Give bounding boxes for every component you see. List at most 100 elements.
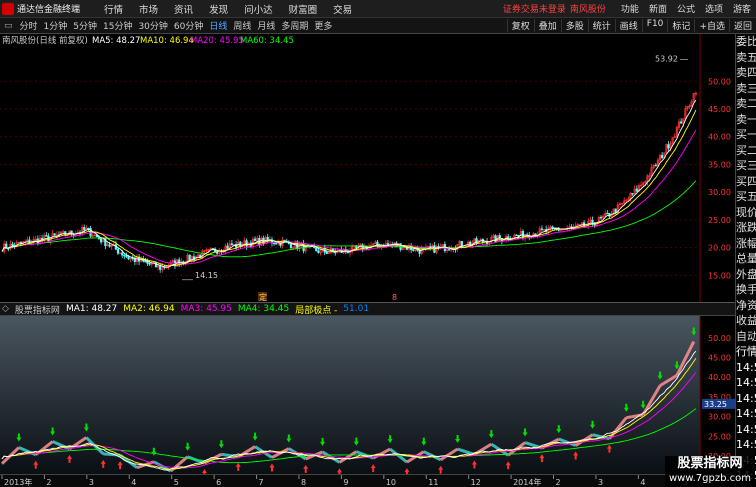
tool-button-3[interactable]: 统计 [587, 19, 615, 32]
period-tab-2[interactable]: 5分钟 [70, 19, 100, 32]
indicator-chart[interactable]: 50.0045.0040.0035.0030.0025.0020.0033.25 [0, 316, 735, 474]
menu-item-3[interactable]: 发现 [201, 2, 236, 16]
side-item-26: 14:56 [736, 438, 756, 451]
candle-body [116, 248, 120, 254]
main-legend-4: MA60: 34.45 [240, 36, 294, 46]
tool-button-2[interactable]: 多股 [560, 19, 588, 32]
chart-tools: 复权 叠加 多股 统计 画线 F10 标记 +自选 返回 [506, 19, 756, 32]
candle-body [654, 164, 657, 167]
tool-button-4[interactable]: 画线 [614, 19, 642, 32]
period-tab-4[interactable]: 30分钟 [135, 19, 170, 32]
title-right-item-2[interactable]: 公式 [672, 2, 700, 15]
date-label: 7 [259, 478, 264, 487]
current-stock[interactable]: 南风股份 [570, 2, 606, 15]
candle-body [144, 260, 147, 263]
period-tab-9[interactable]: 多周期 [278, 19, 311, 32]
side-item-17: 净资 [736, 298, 756, 312]
candle-body [386, 243, 390, 245]
title-right-item-0[interactable]: 功能 [616, 2, 644, 15]
side-item-14: 总量 [736, 252, 756, 265]
main-axis-label: 20.00 [708, 244, 731, 253]
main-axis-label: 45.00 [708, 105, 731, 114]
tool-button-8[interactable]: 返回 [728, 19, 756, 32]
side-item-5: 卖一 [736, 112, 756, 126]
candle-body [216, 251, 219, 254]
side-item-19: 自动 [736, 329, 756, 343]
candle-body [667, 144, 670, 149]
candle-body [606, 212, 609, 215]
candlestick-chart[interactable]: 南风股份(日线 前复权) MA5: 48.27 MA10: 46.94MA20: 4… [0, 34, 735, 302]
menu-item-1[interactable]: 市场 [131, 2, 166, 16]
date-label: 2 [556, 478, 561, 487]
toolbar-toggle-icon[interactable]: ▭ [0, 21, 17, 31]
menu-item-6[interactable]: 交易 [325, 2, 360, 16]
menu-item-0[interactable]: 行情 [96, 2, 131, 16]
period-tab-8[interactable]: 月线 [254, 19, 278, 32]
candle-body [121, 252, 124, 256]
candle-body [315, 247, 318, 252]
side-item-3: 卖三 [736, 81, 756, 95]
side-item-20: 行情 [736, 345, 756, 358]
candle-body [19, 241, 23, 244]
candle-body [631, 193, 634, 195]
side-item-0: 委比 [736, 35, 756, 48]
menu-item-5[interactable]: 财富圈 [281, 2, 326, 16]
period-tab-1[interactable]: 1分钟 [41, 19, 71, 32]
legend-ma3: MA3: 45.95 [180, 304, 232, 314]
indicator-icon: ◇ [2, 304, 9, 314]
tool-button-0[interactable]: 复权 [506, 19, 534, 32]
main-legend-3: MA20: 45.95 [190, 36, 244, 46]
menu-item-4[interactable]: 问小达 [236, 2, 281, 16]
high-price-label: 53.92 [655, 54, 678, 63]
app-logo-icon [2, 2, 14, 15]
title-right-item-3[interactable]: 选项 [700, 2, 728, 15]
tool-button-1[interactable]: 叠加 [533, 19, 561, 32]
low-price-label: 14.15 [195, 271, 218, 280]
indicator-title[interactable]: 股票指标网 [15, 303, 60, 316]
candle-body [83, 227, 86, 231]
sub-axis-label: 50.00 [708, 334, 731, 343]
side-item-7: 买二 [736, 143, 756, 157]
date-label: 6 [216, 478, 221, 487]
period-tab-3[interactable]: 15分钟 [100, 19, 135, 32]
main-legend-1: MA5: 48.27 [92, 36, 140, 46]
legend-ma2: MA2: 46.94 [123, 304, 175, 314]
date-label: 11 [428, 478, 438, 487]
side-item-12: 涨跌 [736, 221, 756, 234]
date-label: 2014年 [513, 477, 541, 487]
candle-body [45, 235, 48, 237]
title-right-item-1[interactable]: 新面 [644, 2, 672, 15]
candle-body [253, 238, 257, 242]
period-tab-5[interactable]: 60分钟 [171, 19, 206, 32]
side-item-6: 买一 [736, 128, 756, 141]
tool-button-5[interactable]: F10 [641, 19, 668, 32]
tool-button-6[interactable]: 标记 [667, 19, 694, 32]
side-item-13: 涨幅 [736, 236, 756, 250]
candle-body [100, 238, 103, 243]
period-tab-6[interactable]: 日线 [206, 19, 230, 32]
candle-body [551, 226, 554, 229]
title-right-item-4[interactable]: 游客 [728, 2, 756, 15]
candle-body [289, 243, 293, 248]
login-notice[interactable]: 证券交易未登录 [503, 2, 566, 15]
candle-body [469, 241, 472, 246]
period-tab-10[interactable]: 更多 [311, 19, 335, 32]
candle-body [127, 256, 130, 260]
side-item-1: 卖五 [736, 50, 756, 64]
side-item-23: 14:56 [736, 391, 756, 405]
tool-button-7[interactable]: +自选 [694, 19, 729, 32]
side-item-2: 卖四 [736, 66, 756, 79]
candle-body [515, 234, 518, 237]
period-tab-7[interactable]: 周线 [230, 19, 254, 32]
date-label: 4 [131, 478, 136, 487]
side-item-10: 买五 [736, 190, 756, 203]
date-axis: 2013年234567891011122014年2345 [0, 474, 735, 487]
indicator-legend-bar: ◇ 股票指标网 MA1: 48.27 MA2: 46.94 MA3: 45.95… [0, 302, 735, 316]
period-tab-0[interactable]: 分时 [17, 19, 41, 32]
menu-item-2[interactable]: 资讯 [166, 2, 201, 16]
candle-body [266, 237, 269, 241]
event-marker-1[interactable]: 定 [259, 292, 267, 302]
candle-body [226, 245, 229, 249]
sub-axis-label: 25.00 [708, 432, 731, 441]
event-marker-2[interactable]: 8 [392, 293, 397, 302]
